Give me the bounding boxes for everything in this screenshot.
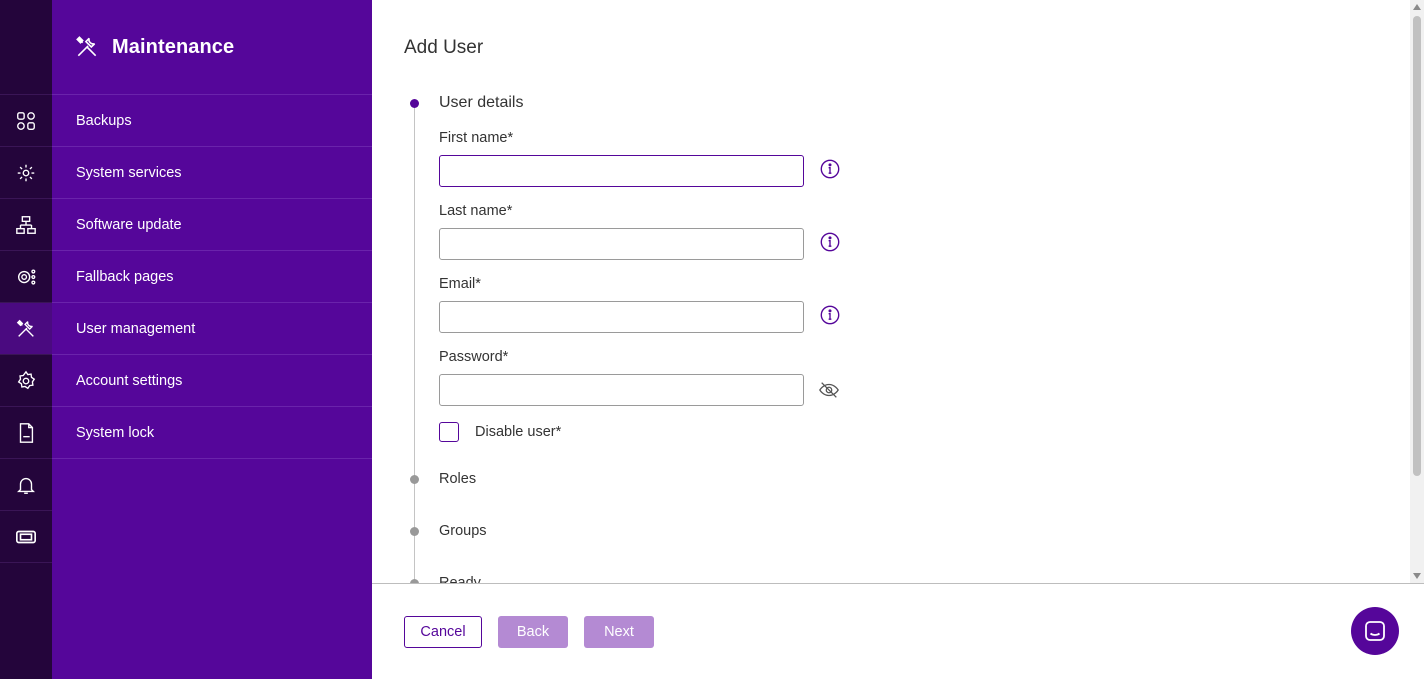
scroll-down-arrow[interactable] — [1413, 573, 1421, 579]
rail-top — [0, 0, 52, 95]
menu-item-system-services[interactable]: System services — [52, 147, 372, 199]
info-icon[interactable] — [819, 304, 841, 326]
chat-button[interactable] — [1351, 607, 1399, 655]
tools-icon — [76, 36, 97, 57]
step-dot-groups — [410, 527, 419, 536]
icon-rail — [0, 0, 52, 679]
scroll-up-arrow[interactable] — [1413, 4, 1421, 10]
email-label: Email* — [439, 276, 481, 292]
disable-user-checkbox[interactable] — [439, 422, 459, 442]
form-scroll-area: Add User User details First name* Last n… — [372, 0, 1412, 583]
info-icon[interactable] — [819, 231, 841, 253]
gear-network-icon — [17, 164, 35, 181]
vertical-scrollbar[interactable] — [1410, 0, 1424, 583]
email-input[interactable] — [439, 301, 804, 333]
stepper-line — [414, 103, 415, 583]
gear-dots-icon — [17, 268, 36, 285]
form-footer: Cancel Back Next — [372, 583, 1424, 679]
rail-account-settings[interactable] — [0, 355, 52, 407]
rail-software-update[interactable] — [0, 199, 52, 251]
tools-icon — [16, 319, 34, 337]
rail-user-management[interactable] — [0, 303, 52, 355]
menu-item-account-settings[interactable]: Account settings — [52, 355, 372, 407]
ticket-icon — [16, 530, 36, 543]
eye-off-icon[interactable] — [818, 379, 840, 401]
step-groups[interactable]: Groups — [439, 523, 487, 539]
step-ready[interactable]: Ready — [439, 575, 481, 583]
first-name-label: First name* — [439, 130, 514, 146]
disable-user-label: Disable user* — [475, 424, 562, 440]
maintenance-menu: Maintenance Backups System services Soft… — [52, 0, 372, 679]
info-icon[interactable] — [819, 158, 841, 180]
menu-item-backups[interactable]: Backups — [52, 95, 372, 147]
rail-notifications[interactable] — [0, 459, 52, 511]
rail-system-lock[interactable] — [0, 407, 52, 459]
menu-title: Maintenance — [112, 35, 235, 58]
next-button[interactable]: Next — [584, 616, 654, 648]
scroll-thumb[interactable] — [1413, 16, 1421, 476]
bell-icon — [17, 477, 35, 494]
main-content: Add User User details First name* Last n… — [372, 0, 1424, 679]
back-button[interactable]: Back — [498, 616, 568, 648]
rail-system-services[interactable] — [0, 147, 52, 199]
menu-item-system-lock[interactable]: System lock — [52, 407, 372, 459]
log-file-icon — [19, 422, 34, 443]
menu-item-user-management[interactable]: User management — [52, 303, 372, 355]
first-name-input[interactable] — [439, 155, 804, 187]
menu-item-fallback-pages[interactable]: Fallback pages — [52, 251, 372, 303]
grid-icon — [17, 111, 35, 130]
password-input[interactable] — [439, 374, 804, 406]
step-roles[interactable]: Roles — [439, 471, 476, 487]
network-icon — [16, 215, 36, 234]
step-user-details[interactable]: User details — [439, 94, 523, 112]
step-dot-user-details — [410, 99, 419, 108]
rail-backups[interactable] — [0, 95, 52, 147]
gear-icon — [17, 370, 36, 389]
menu-header: Maintenance — [52, 0, 372, 95]
rail-tickets[interactable] — [0, 511, 52, 563]
page-title: Add User — [404, 37, 484, 58]
last-name-input[interactable] — [439, 228, 804, 260]
last-name-label: Last name* — [439, 203, 513, 219]
step-dot-roles — [410, 475, 419, 484]
chat-icon — [1365, 621, 1385, 641]
rail-fallback-pages[interactable] — [0, 251, 52, 303]
menu-item-software-update[interactable]: Software update — [52, 199, 372, 251]
password-label: Password* — [439, 349, 509, 365]
cancel-button[interactable]: Cancel — [404, 616, 482, 648]
